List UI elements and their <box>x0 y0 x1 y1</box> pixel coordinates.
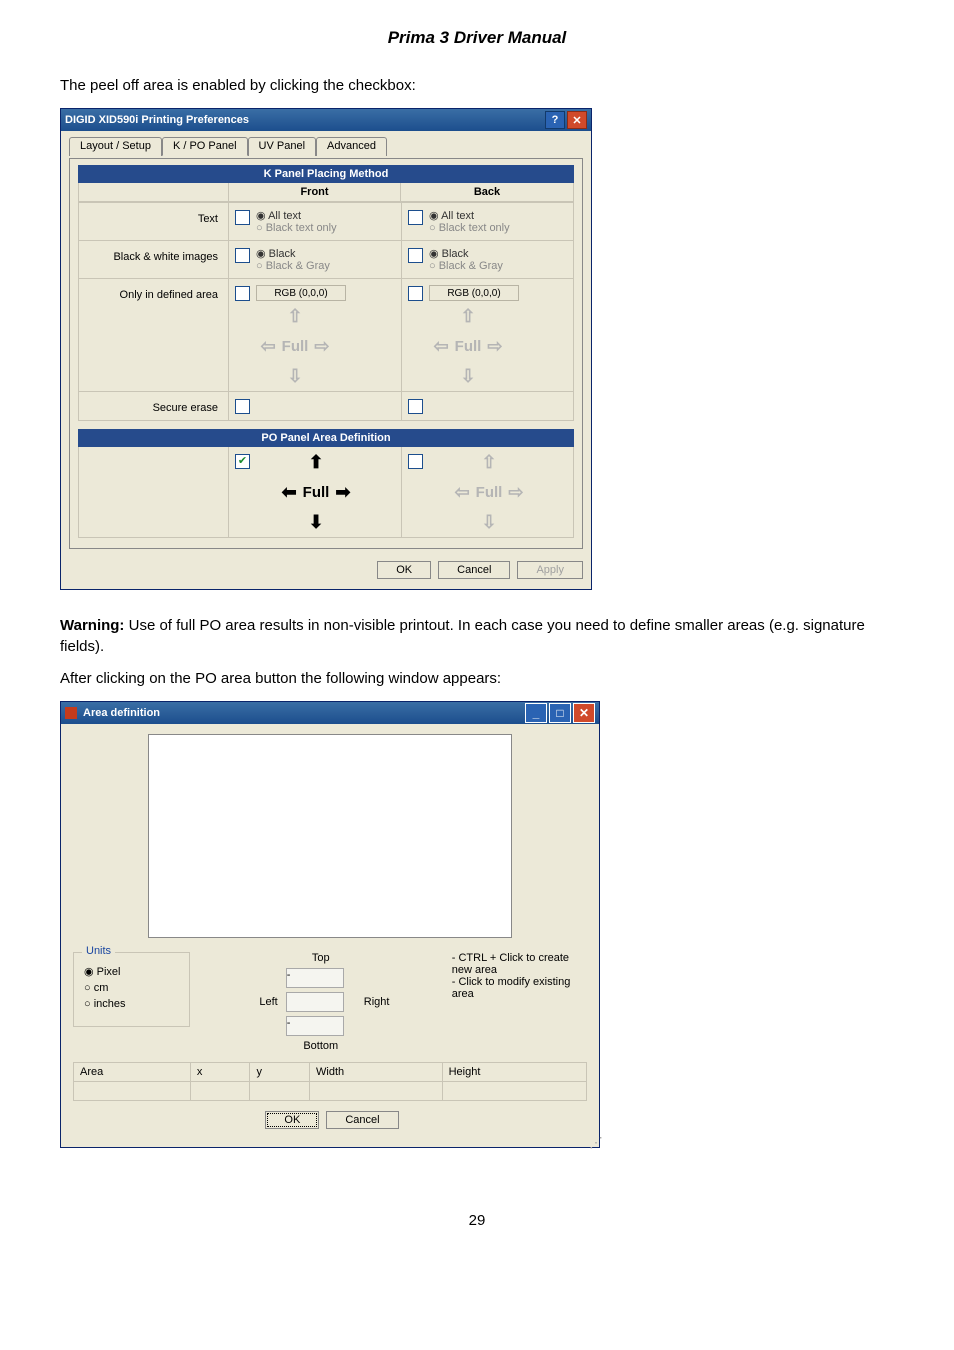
rgb-front-button[interactable]: RGB (0,0,0) <box>256 285 346 301</box>
po-back-checkbox[interactable] <box>408 454 423 469</box>
po-back-full-area[interactable]: ⇧ ⇦Full⇨ ⇩ <box>429 453 549 531</box>
defined-back-full-area[interactable]: ⇧ ⇦Full⇨ ⇩ <box>408 307 528 385</box>
close-button[interactable]: ✕ <box>573 703 595 723</box>
dialog1-titlebar: DIGID XID590i Printing Preferences ? ✕ <box>61 109 591 131</box>
dialog1-title-text: DIGID XID590i Printing Preferences <box>65 114 249 126</box>
rgb-back-button[interactable]: RGB (0,0,0) <box>429 285 519 301</box>
defined-back-checkbox[interactable] <box>408 286 423 301</box>
warning-lead: Warning: <box>60 617 124 634</box>
area-canvas[interactable] <box>148 734 512 938</box>
printing-preferences-dialog: DIGID XID590i Printing Preferences ? ✕ L… <box>60 108 592 590</box>
input-left[interactable] <box>286 992 344 1012</box>
k-panel-banner: K Panel Placing Method <box>78 165 574 183</box>
label-top: Top <box>286 952 356 964</box>
unit-inches[interactable]: ○ inches <box>84 998 179 1010</box>
area-table: Area x y Width Height <box>73 1062 587 1101</box>
row-secure-label: Secure erase <box>79 391 229 420</box>
hints: - CTRL + Click to create new area - Clic… <box>452 952 587 1000</box>
col-y: y <box>250 1063 310 1082</box>
col-width: Width <box>310 1063 443 1082</box>
defined-front-full-area[interactable]: ⇧ ⇦Full⇨ ⇩ <box>235 307 355 385</box>
dialog2-titlebar: Area definition _ □ ✕ <box>61 702 599 724</box>
col-height: Height <box>442 1063 586 1082</box>
text-back-checkbox[interactable] <box>408 210 423 225</box>
text-back-options: ◉ All text ○ Black text only <box>429 209 510 234</box>
po-front-checkbox[interactable] <box>235 454 250 469</box>
help-button[interactable]: ? <box>545 111 565 129</box>
tab-k-po-panel[interactable]: K / PO Panel <box>162 137 248 156</box>
col-area: Area <box>74 1063 191 1082</box>
resize-grip[interactable]: ⋰ <box>61 1139 599 1147</box>
secure-back-checkbox[interactable] <box>408 399 423 414</box>
row-bw-label: Black & white images <box>79 240 229 278</box>
unit-pixel[interactable]: ◉ Pixel <box>84 965 179 978</box>
close-button[interactable]: ✕ <box>567 111 587 129</box>
after-text: After clicking on the PO area button the… <box>60 669 894 689</box>
table-row[interactable] <box>74 1082 587 1101</box>
minimize-button[interactable]: _ <box>525 703 547 723</box>
page-number: 29 <box>60 1212 894 1229</box>
area-definition-dialog: Area definition _ □ ✕ Units ◉ Pixel ○ cm… <box>60 701 600 1148</box>
page-title: Prima 3 Driver Manual <box>60 28 894 48</box>
input-top[interactable]: - <box>286 968 344 988</box>
label-right: Right <box>364 996 434 1008</box>
text-front-checkbox[interactable] <box>235 210 250 225</box>
input-bottom-field[interactable]: - <box>286 1016 344 1036</box>
warning-paragraph: Warning: Use of full PO area results in … <box>60 616 894 657</box>
ok-button[interactable]: OK <box>377 561 431 579</box>
dialog2-title-text: Area definition <box>83 707 160 719</box>
secure-front-checkbox[interactable] <box>235 399 250 414</box>
bw-back-options: ◉ Black ○ Black & Gray <box>429 247 503 272</box>
col-front-header: Front <box>229 183 401 202</box>
bw-front-checkbox[interactable] <box>235 248 250 263</box>
warning-body: Use of full PO area results in non-visib… <box>60 617 865 654</box>
col-x: x <box>190 1063 250 1082</box>
bw-front-options: ◉ Black ○ Black & Gray <box>256 247 330 272</box>
unit-cm[interactable]: ○ cm <box>84 982 179 994</box>
maximize-button[interactable]: □ <box>549 703 571 723</box>
defined-front-checkbox[interactable] <box>235 286 250 301</box>
label-left: Left <box>208 996 278 1008</box>
po-panel-banner: PO Panel Area Definition <box>78 429 574 447</box>
col-back-header: Back <box>401 183 573 202</box>
hint-modify: - Click to modify existing area <box>452 976 587 1000</box>
units-legend: Units <box>82 945 115 957</box>
text-front-options: ◉ All text ○ Black text only <box>256 209 337 234</box>
tab-strip: Layout / Setup K / PO Panel UV Panel Adv… <box>69 137 583 156</box>
row-text-label: Text <box>79 202 229 240</box>
label-bottom: Bottom <box>286 1040 356 1052</box>
intro-text: The peel off area is enabled by clicking… <box>60 76 894 96</box>
cancel-button[interactable]: Cancel <box>438 561 510 579</box>
apply-button[interactable]: Apply <box>517 561 583 579</box>
ok-button[interactable]: OK <box>265 1111 319 1129</box>
app-icon <box>65 707 77 719</box>
tab-advanced[interactable]: Advanced <box>316 137 387 156</box>
bw-back-checkbox[interactable] <box>408 248 423 263</box>
tab-layout-setup[interactable]: Layout / Setup <box>69 137 162 156</box>
tab-uv-panel[interactable]: UV Panel <box>248 137 316 156</box>
hint-create: - CTRL + Click to create new area <box>452 952 587 976</box>
po-front-full-area[interactable]: ⬆ ⬅Full➡ ⬇ <box>256 453 376 531</box>
row-defined-label: Only in defined area <box>79 278 229 391</box>
cancel-button[interactable]: Cancel <box>326 1111 398 1129</box>
units-group: Units ◉ Pixel ○ cm ○ inches <box>73 952 190 1027</box>
